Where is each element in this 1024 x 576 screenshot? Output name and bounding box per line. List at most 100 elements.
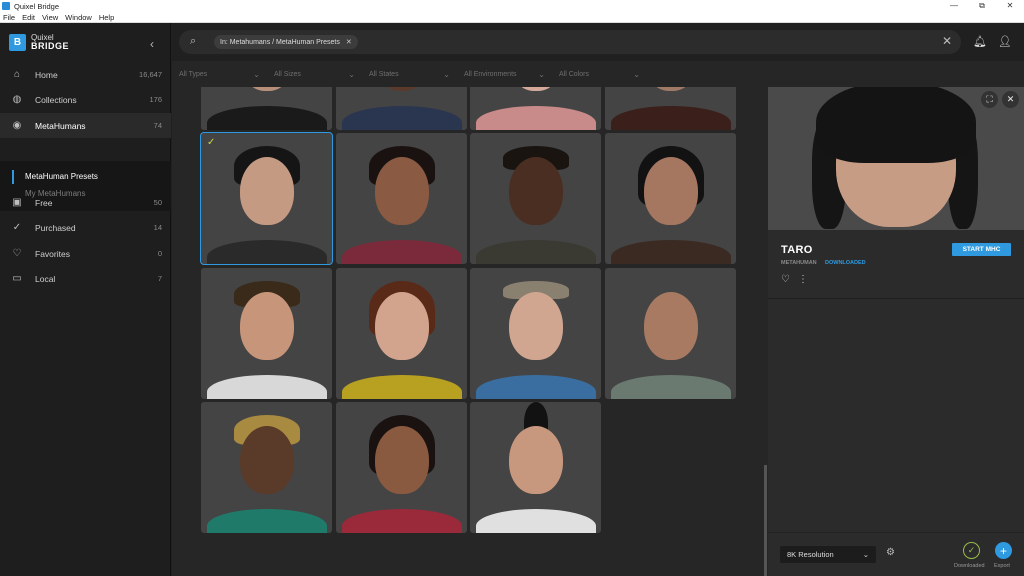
filter-label: All Colors — [559, 70, 589, 78]
minimize-button[interactable]: — — [940, 0, 968, 12]
sidebar-item-local[interactable]: ▭ Local 7 — [0, 266, 171, 291]
asset-card[interactable] — [605, 133, 736, 264]
chevron-down-icon: ⌄ — [253, 69, 260, 79]
sidebar-item-count: 176 — [149, 95, 162, 104]
scrollbar-thumb[interactable] — [764, 465, 767, 576]
asset-card[interactable] — [470, 87, 601, 130]
search-input[interactable]: ⌕ In: Metahumans / MetaHuman Presets ✕ ✕ — [179, 30, 961, 54]
chevron-down-icon: ⌄ — [862, 550, 869, 559]
sidebar-item-favorites[interactable]: ♡ Favorites 0 — [0, 241, 171, 266]
sidebar-item-free[interactable]: ▣ Free 50 — [0, 190, 171, 215]
clear-search-icon[interactable]: ✕ — [942, 34, 952, 48]
logo-line2: BRIDGE — [31, 41, 70, 51]
search-row: ⌕ In: Metahumans / MetaHuman Presets ✕ ✕… — [172, 23, 1024, 61]
asset-card[interactable] — [470, 268, 601, 399]
check-circle-icon: ✓ — [12, 222, 22, 233]
filter-chip[interactable]: In: Metahumans / MetaHuman Presets ✕ — [214, 35, 358, 49]
asset-card[interactable] — [470, 133, 601, 264]
divider — [768, 298, 1024, 299]
menu-bar: File Edit View Window Help — [0, 12, 1024, 23]
detail-panel: ⛶ ✕ TARO METAHUMAN DOWNLOADED START MHC … — [768, 87, 1024, 576]
collapse-sidebar-icon[interactable]: ‹ — [150, 37, 154, 51]
more-options-icon[interactable]: ⋮ — [798, 274, 808, 285]
bell-icon[interactable]: 🔔︎ — [973, 35, 987, 48]
sidebar-item-collections[interactable]: ◍ Collections 176 — [0, 87, 171, 112]
sidebar-item-label: Local — [35, 273, 56, 284]
filter-states[interactable]: All States ⌄ — [362, 61, 457, 87]
export-button[interactable]: + — [995, 542, 1012, 559]
filter-bar: All Types ⌄ All Sizes ⌄ All States ⌄ All En… — [172, 61, 1024, 87]
sidebar-item-count: 14 — [153, 223, 162, 232]
asset-card[interactable] — [201, 268, 332, 399]
menu-edit[interactable]: Edit — [22, 13, 35, 22]
start-mhc-button[interactable]: START MHC — [952, 243, 1011, 256]
filter-colors[interactable]: All Colors ⌄ — [552, 61, 647, 87]
bridge-logo[interactable]: B Quixel BRIDGE — [9, 33, 69, 51]
sidebar-item-metahumans[interactable]: ◉ MetaHumans 74 — [0, 113, 171, 138]
resolution-value: 8K Resolution — [787, 550, 834, 559]
sidebar-item-home[interactable]: ⌂ Home 16,647 — [0, 62, 171, 87]
sidebar-item-label: Purchased — [35, 222, 76, 233]
user-icon[interactable]: 👤︎ — [998, 35, 1012, 48]
preview-image: ⛶ ✕ — [768, 87, 1024, 230]
chevron-down-icon: ⌄ — [443, 69, 450, 79]
asset-card[interactable] — [336, 268, 467, 399]
app-window: Quixel Bridge — ⧉ ✕ File Edit View Windo… — [0, 0, 1024, 576]
home-icon: ⌂ — [13, 69, 21, 80]
sidebar-item-label: Free — [35, 197, 53, 208]
settings-sliders-icon[interactable]: ⚙ — [886, 547, 895, 558]
asset-card[interactable] — [336, 133, 467, 264]
filter-types[interactable]: All Types ⌄ — [172, 61, 267, 87]
remove-chip-icon[interactable]: ✕ — [346, 38, 352, 46]
filter-sizes[interactable]: All Sizes ⌄ — [267, 61, 362, 87]
user-circle-icon: ◉ — [12, 120, 22, 131]
asset-card[interactable] — [201, 402, 332, 533]
sidebar-item-count: 16,647 — [139, 70, 162, 79]
fullscreen-icon[interactable]: ⛶ — [981, 91, 998, 108]
sidebar-item-count: 0 — [157, 249, 162, 258]
menu-view[interactable]: View — [42, 13, 58, 22]
maximize-button[interactable]: ⧉ — [968, 0, 996, 12]
search-icon: ⌕ — [190, 35, 197, 47]
asset-card[interactable] — [336, 87, 467, 130]
sidebar-item-count: 74 — [153, 121, 162, 130]
sidebar-item-purchased[interactable]: ✓ Purchased 14 — [0, 215, 171, 240]
asset-card[interactable] — [470, 402, 601, 533]
export-label: Export — [994, 563, 1010, 569]
asset-type-tag: METAHUMAN — [781, 260, 817, 266]
app-icon — [2, 2, 10, 10]
monitor-icon: ▭ — [12, 273, 22, 284]
close-icon[interactable]: ✕ — [1002, 91, 1019, 108]
resolution-select[interactable]: 8K Resolution ⌄ — [780, 546, 876, 563]
close-window-button[interactable]: ✕ — [996, 0, 1024, 12]
asset-card[interactable] — [336, 402, 467, 533]
detail-footer: 8K Resolution ⌄ ⚙ ✓ Downloaded + Export — [768, 532, 1024, 576]
asset-title: TARO — [781, 244, 813, 256]
favorite-heart-icon[interactable]: ♡ — [781, 274, 790, 285]
active-indicator — [12, 170, 14, 184]
menu-help[interactable]: Help — [99, 13, 114, 22]
logo-mark: B — [9, 33, 26, 51]
filter-label: All Sizes — [274, 70, 301, 78]
asset-card[interactable] — [201, 87, 332, 130]
filter-environments[interactable]: All Environments ⌄ — [457, 61, 552, 87]
sidebar-item-label: MetaHumans — [35, 120, 86, 131]
menu-file[interactable]: File — [3, 13, 15, 22]
chevron-down-icon: ⌄ — [538, 69, 545, 79]
chevron-down-icon: ⌄ — [633, 69, 640, 79]
downloaded-button[interactable]: ✓ — [963, 542, 980, 559]
asset-card[interactable] — [605, 87, 736, 130]
menu-window[interactable]: Window — [65, 13, 92, 22]
asset-card[interactable] — [605, 268, 736, 399]
sidebar: B Quixel BRIDGE ‹ ⌂ Home 16,647 ◍ Collec… — [0, 23, 171, 576]
sidebar-item-label: Favorites — [35, 248, 70, 259]
download-status-tag: DOWNLOADED — [825, 260, 866, 266]
window-title: Quixel Bridge — [14, 1, 60, 11]
asset-grid: ✓ — [172, 87, 768, 576]
subnav-metahuman-presets[interactable]: MetaHuman Presets — [25, 172, 98, 181]
asset-card-selected[interactable]: ✓ — [200, 132, 333, 265]
chevron-down-icon: ⌄ — [348, 69, 355, 79]
filter-label: All States — [369, 70, 399, 78]
filter-label: All Types — [179, 70, 208, 78]
filter-chip-label: In: Metahumans / MetaHuman Presets — [220, 38, 340, 46]
